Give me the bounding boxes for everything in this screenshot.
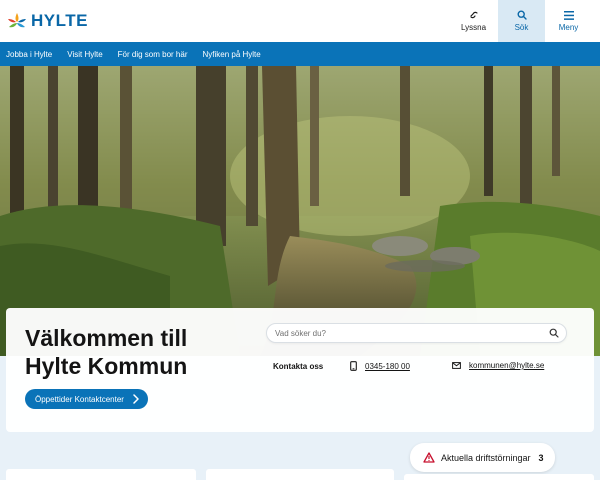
speaker-icon [469, 11, 478, 19]
chevron-right-icon [133, 394, 139, 404]
welcome-title-line1: Välkommen till [25, 325, 188, 351]
search-icon [516, 10, 527, 20]
contact-label: Kontakta oss [273, 362, 324, 371]
contact-email: kommunen@hylte.se [452, 361, 544, 370]
search-button[interactable]: Sök [498, 0, 545, 42]
welcome-card: Välkommen till Hylte Kommun Öppettider K… [6, 308, 594, 432]
nav-item-nyfiken[interactable]: Nyfiken på Hylte [202, 50, 260, 59]
logo[interactable]: HYLTE [6, 10, 88, 32]
logo-text: HYLTE [31, 11, 88, 30]
contact-phone: 0345-180 00 [350, 361, 410, 371]
phone-icon [350, 361, 357, 371]
disruptions-alert[interactable]: Aktuella driftstörningar 3 [410, 443, 555, 472]
main-nav: Jobba i Hylte Visit Hylte För dig som bo… [0, 42, 600, 66]
menu-button[interactable]: Meny [545, 0, 592, 42]
welcome-title-line2: Hylte Kommun [25, 353, 188, 379]
disruptions-count: 3 [538, 452, 544, 463]
logo-flower-icon [8, 13, 26, 28]
opening-hours-button[interactable]: Öppettider Kontaktcenter [25, 389, 148, 409]
content-card[interactable] [6, 469, 196, 480]
listen-label: Lyssna [460, 23, 487, 32]
content-card[interactable] [206, 469, 394, 480]
site-header: HYLTE Lyssna Sök Meny [0, 0, 600, 42]
search-field [266, 323, 567, 343]
search-input[interactable] [275, 328, 545, 339]
welcome-title: Välkommen till Hylte Kommun [25, 324, 245, 380]
content-card[interactable] [404, 474, 594, 480]
nav-item-jobba[interactable]: Jobba i Hylte [6, 50, 52, 59]
search-icon[interactable] [549, 328, 559, 338]
warning-icon [423, 452, 435, 463]
menu-label: Meny [558, 22, 579, 32]
opening-hours-label: Öppettider Kontaktcenter [35, 394, 124, 404]
hamburger-icon [563, 10, 574, 20]
mail-icon [452, 362, 461, 369]
phone-link[interactable]: 0345-180 00 [365, 362, 410, 371]
nav-item-visit[interactable]: Visit Hylte [67, 50, 102, 59]
disruptions-label: Aktuella driftstörningar [441, 452, 531, 463]
search-label: Sök [514, 23, 529, 32]
listen-button[interactable]: Lyssna [450, 0, 497, 42]
email-link[interactable]: kommunen@hylte.se [469, 361, 544, 370]
nav-item-bor-har[interactable]: För dig som bor här [118, 50, 188, 59]
